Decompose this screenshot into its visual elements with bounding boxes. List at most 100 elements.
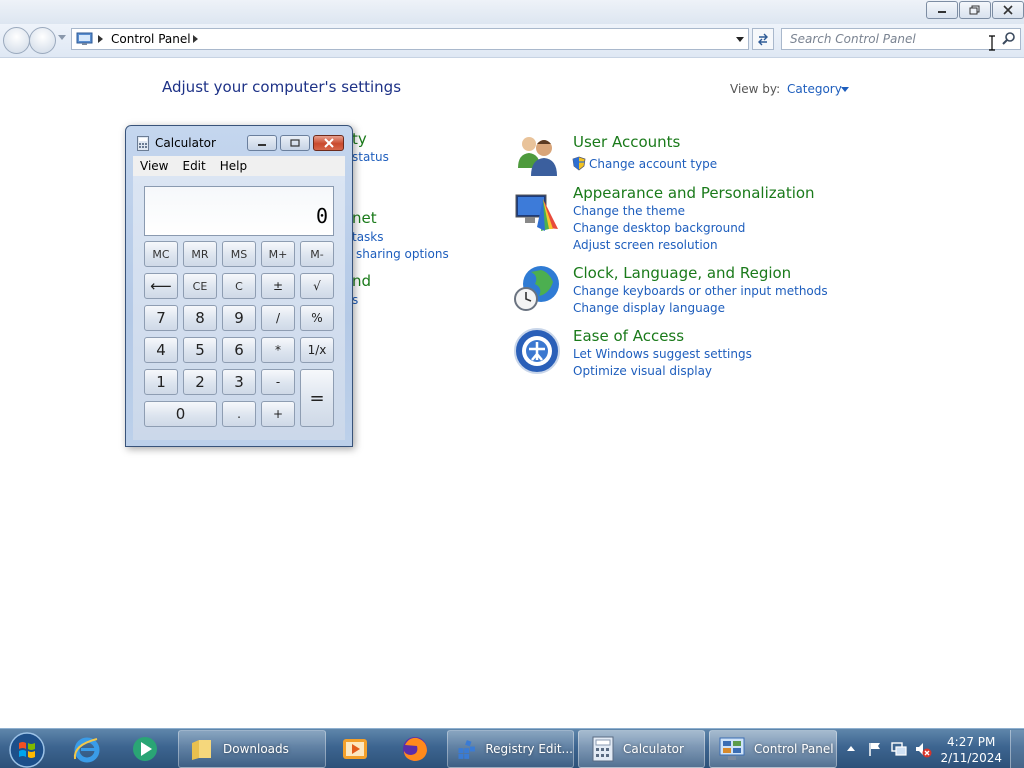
start-button-icon[interactable] — [3, 730, 47, 768]
breadcrumb-arrow-icon[interactable] — [98, 35, 103, 43]
show-hidden-icons-icon[interactable] — [846, 744, 856, 752]
key-mc[interactable]: MC — [144, 241, 178, 267]
change-theme-link[interactable]: Change the theme — [573, 204, 685, 218]
key-8[interactable]: 8 — [183, 305, 217, 331]
key-reciprocal[interactable]: 1/x — [300, 337, 334, 363]
view-by-chevron-icon[interactable] — [841, 87, 849, 92]
minimize-icon — [938, 11, 946, 13]
key-ce[interactable]: CE — [183, 273, 217, 299]
back-button[interactable] — [3, 27, 30, 54]
key-m-plus[interactable]: M+ — [261, 241, 295, 267]
change-display-language-link[interactable]: Change display language — [573, 301, 725, 315]
key-0[interactable]: 0 — [144, 401, 217, 427]
taskbar-control-panel[interactable]: Control Panel — [709, 730, 837, 768]
calculator-display: 0 — [144, 186, 334, 236]
key-3[interactable]: 3 — [222, 369, 256, 395]
close-button[interactable] — [992, 1, 1024, 19]
search-box[interactable] — [781, 28, 1021, 50]
key-percent[interactable]: % — [300, 305, 334, 331]
taskbar-downloads[interactable]: Downloads — [178, 730, 326, 768]
taskbar-media-player[interactable] — [328, 730, 382, 768]
minimize-button[interactable] — [926, 1, 958, 19]
network-link-fragment[interactable]: tasks — [352, 230, 384, 244]
minimize-icon — [258, 144, 266, 146]
system-security-title-fragment[interactable]: ty — [352, 130, 367, 148]
user-accounts-icon[interactable] — [513, 130, 561, 178]
windows-suggest-settings-link[interactable]: Let Windows suggest settings — [573, 347, 752, 361]
menu-view[interactable]: View — [133, 156, 175, 176]
clock-globe-icon[interactable] — [513, 264, 561, 312]
key-mr[interactable]: MR — [183, 241, 217, 267]
task-label-calculator: Calculator — [623, 742, 684, 756]
key-2[interactable]: 2 — [183, 369, 217, 395]
ease-of-access-icon[interactable] — [513, 327, 561, 375]
calculator-maximize-button[interactable] — [280, 135, 310, 151]
menu-edit[interactable]: Edit — [175, 156, 212, 176]
key-ms[interactable]: MS — [222, 241, 256, 267]
change-keyboards-link[interactable]: Change keyboards or other input methods — [573, 284, 828, 298]
key-sqrt[interactable]: √ — [300, 273, 334, 299]
forward-button[interactable] — [29, 27, 56, 54]
key-c[interactable]: C — [222, 273, 256, 299]
optimize-visual-display-link[interactable]: Optimize visual display — [573, 364, 712, 378]
key-plus-minus[interactable]: ± — [261, 273, 295, 299]
search-input[interactable] — [782, 29, 992, 49]
clock[interactable]: 4:27 PM 2/11/2024 — [940, 734, 1002, 766]
taskbar-calculator[interactable]: Calculator — [578, 730, 705, 768]
window-controls — [926, 1, 1024, 19]
key-5[interactable]: 5 — [183, 337, 217, 363]
calculator-minimize-button[interactable] — [247, 135, 277, 151]
key-7[interactable]: 7 — [144, 305, 178, 331]
close-icon — [323, 138, 334, 148]
key-4[interactable]: 4 — [144, 337, 178, 363]
key-subtract[interactable]: - — [261, 369, 295, 395]
key-m-minus[interactable]: M- — [300, 241, 334, 267]
restore-button[interactable] — [959, 1, 991, 19]
address-bar[interactable]: Control Panel — [71, 28, 749, 50]
clock-language-region-title[interactable]: Clock, Language, and Region — [573, 264, 791, 282]
taskbar-media-app[interactable] — [118, 730, 172, 768]
recent-pages-chevron-icon[interactable] — [58, 35, 66, 40]
address-dropdown-icon[interactable] — [736, 37, 744, 42]
ease-of-access-title[interactable]: Ease of Access — [573, 327, 684, 345]
change-account-type-link[interactable]: Change account type — [589, 157, 717, 171]
key-9[interactable]: 9 — [222, 305, 256, 331]
key-decimal[interactable]: . — [222, 401, 256, 427]
close-icon — [1003, 5, 1013, 15]
taskbar-firefox[interactable] — [388, 730, 442, 768]
breadcrumb-arrow-icon[interactable] — [193, 35, 198, 43]
key-backspace[interactable]: ⟵ — [144, 273, 178, 299]
calculator-window[interactable]: Calculator View Edit Help 0 MC MR MS M+ … — [125, 125, 353, 447]
network-title-fragment[interactable]: net — [352, 209, 377, 227]
key-1[interactable]: 1 — [144, 369, 178, 395]
volume-muted-icon[interactable] — [914, 741, 932, 759]
refresh-button[interactable] — [752, 28, 774, 50]
key-equals[interactable]: = — [300, 369, 334, 427]
adjust-screen-resolution-link[interactable]: Adjust screen resolution — [573, 238, 718, 252]
taskbar-internet-explorer[interactable] — [60, 730, 114, 768]
view-by-dropdown[interactable]: Category — [787, 82, 842, 96]
breadcrumb-control-panel[interactable]: Control Panel — [111, 32, 191, 46]
refresh-icon — [758, 33, 768, 46]
page-title: Adjust your computer's settings — [162, 78, 402, 96]
change-desktop-background-link[interactable]: Change desktop background — [573, 221, 745, 235]
appearance-personalization-title[interactable]: Appearance and Personalization — [573, 184, 815, 202]
system-security-link-fragment[interactable]: status — [352, 150, 389, 164]
folder-icon — [192, 740, 211, 760]
show-desktop-button[interactable] — [1010, 730, 1024, 768]
menu-help[interactable]: Help — [213, 156, 254, 176]
calculator-close-button[interactable] — [313, 135, 344, 151]
clock-date: 2/11/2024 — [940, 751, 1002, 765]
key-multiply[interactable]: * — [261, 337, 295, 363]
key-add[interactable]: + — [261, 401, 295, 427]
network-icon[interactable] — [890, 741, 908, 757]
action-center-flag-icon[interactable] — [867, 741, 883, 757]
key-6[interactable]: 6 — [222, 337, 256, 363]
key-divide[interactable]: / — [261, 305, 295, 331]
appearance-icon[interactable] — [513, 189, 561, 237]
search-icon[interactable] — [1001, 31, 1017, 47]
taskbar-registry-editor[interactable]: Registry Edit... — [447, 730, 574, 768]
user-accounts-title[interactable]: User Accounts — [573, 133, 680, 151]
network-sharing-link-fragment[interactable]: sharing options — [356, 247, 449, 261]
hardware-title-fragment[interactable]: nd — [352, 272, 371, 290]
